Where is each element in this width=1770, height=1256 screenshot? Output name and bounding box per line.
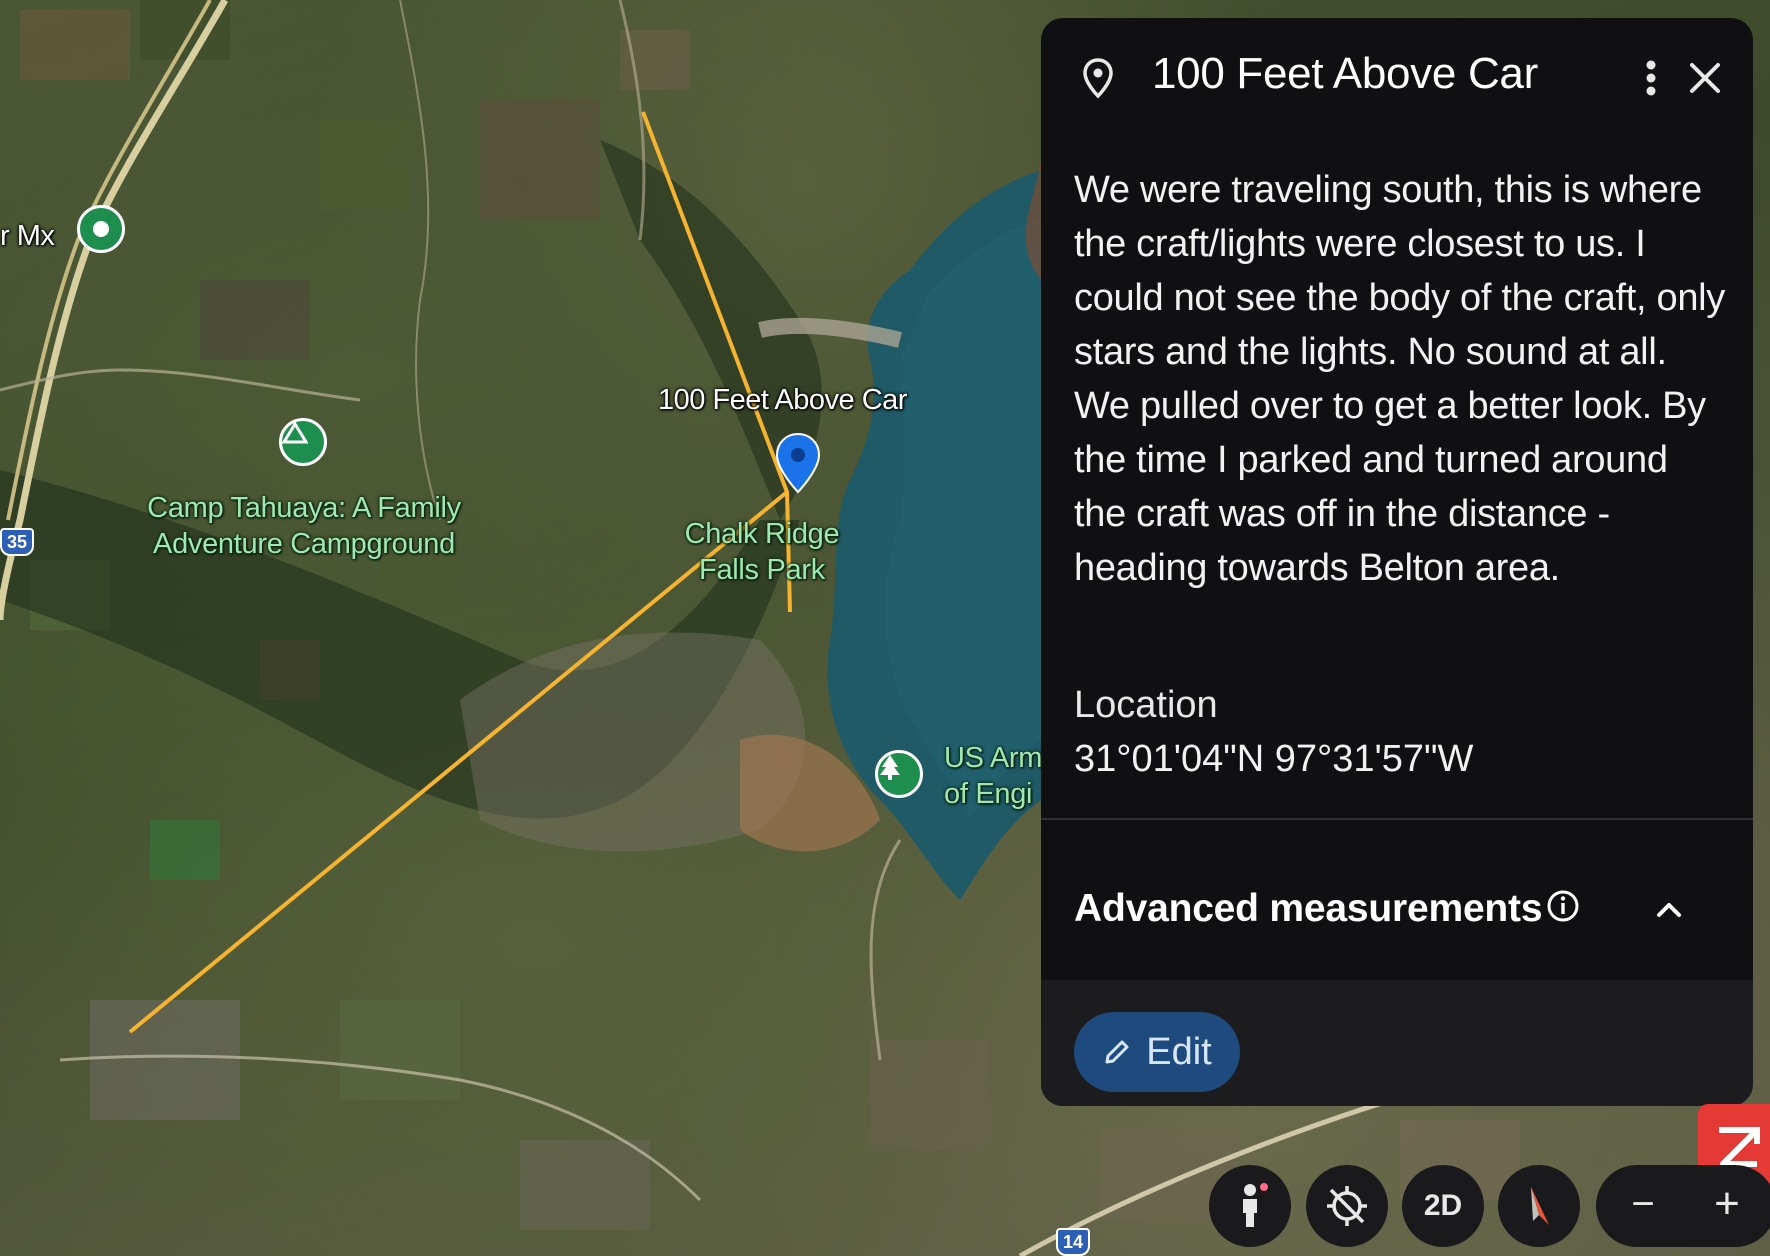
location-coordinates: 31°01'04"N 97°31'57"W: [1074, 738, 1474, 780]
chevron-up-icon[interactable]: [1649, 894, 1689, 924]
panel-header: 100 Feet Above Car: [1041, 18, 1753, 148]
campground-label[interactable]: Camp Tahuaya: A Family Adventure Campgro…: [134, 490, 474, 562]
route-14-shield: 14: [1056, 1228, 1090, 1256]
placemark-info-panel: 100 Feet Above Car We were traveling sou…: [1041, 18, 1753, 1106]
2d-toggle-button[interactable]: 2D: [1402, 1165, 1484, 1247]
place-label-r-mx[interactable]: r Mx: [0, 218, 55, 254]
compass-icon: [1531, 1187, 1549, 1225]
street-view-button[interactable]: [1209, 1165, 1291, 1247]
campground-icon[interactable]: [279, 418, 327, 466]
compass-button[interactable]: [1498, 1165, 1580, 1247]
campground-label-line2: Adventure Campground: [153, 528, 455, 560]
more-options-icon[interactable]: [1627, 54, 1675, 102]
location-pin-icon: [1074, 54, 1122, 102]
edit-button[interactable]: Edit: [1074, 1012, 1240, 1092]
us-army-corps-label-line1: US Arm: [944, 742, 1043, 774]
place-icon[interactable]: [77, 205, 125, 253]
park-label-line1: Chalk Ridge: [684, 518, 840, 550]
placemark-pin-icon[interactable]: [774, 432, 822, 494]
edit-button-label: Edit: [1146, 1030, 1212, 1073]
us-army-corps-label-line2: of Engi: [944, 778, 1033, 810]
park-label-line2: Falls Park: [699, 554, 825, 586]
location-heading: Location: [1074, 684, 1218, 726]
placemark-label[interactable]: 100 Feet Above Car: [658, 382, 907, 418]
location-off-icon: [1327, 1186, 1367, 1226]
placemark-description: We were traveling south, this is where t…: [1074, 169, 1726, 589]
campground-label-line1: Camp Tahuaya: A Family: [147, 492, 461, 524]
pegman-icon: [1243, 1183, 1268, 1227]
zoom-out-button[interactable]: −: [1618, 1179, 1668, 1233]
advanced-measurements-label: Advanced measurements: [1074, 887, 1543, 930]
interstate-35-shield: 35: [0, 528, 34, 556]
zoom-controls: − +: [1596, 1165, 1770, 1247]
tree-icon[interactable]: [875, 750, 923, 798]
panel-title: 100 Feet Above Car: [1152, 49, 1538, 98]
panel-footer: Edit: [1041, 980, 1753, 1106]
us-army-corps-label[interactable]: US Arm of Engi: [944, 740, 1042, 812]
tilt-toggle-button[interactable]: [1306, 1165, 1388, 1247]
info-icon[interactable]: [1546, 889, 1580, 923]
park-label-chalk-ridge[interactable]: Chalk Ridge Falls Park: [652, 516, 872, 588]
advanced-measurements-row[interactable]: Advanced measurements: [1041, 820, 1753, 980]
close-icon[interactable]: [1681, 54, 1729, 102]
zoom-in-button[interactable]: +: [1700, 1177, 1754, 1231]
pencil-icon: [1105, 1040, 1129, 1064]
